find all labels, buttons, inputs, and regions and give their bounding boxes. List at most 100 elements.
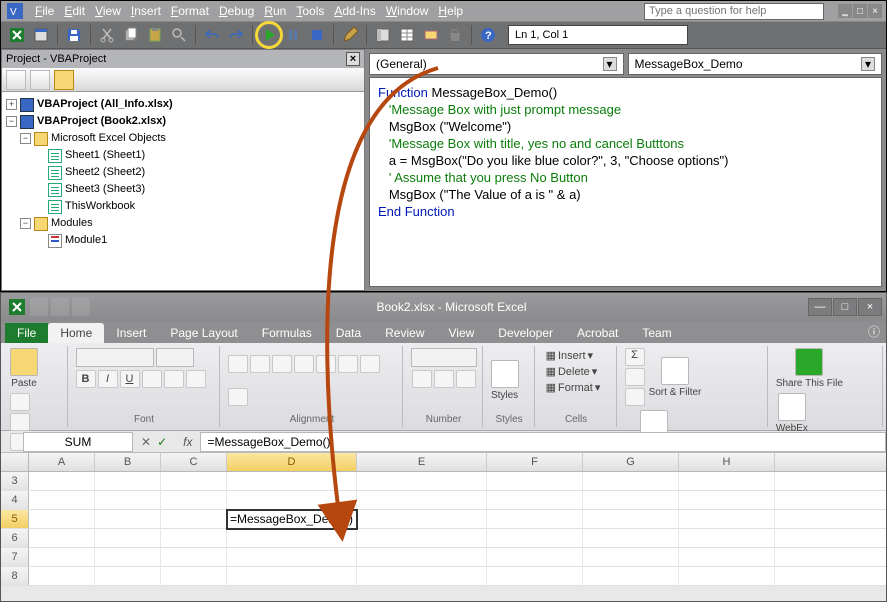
menu-file[interactable]: File [35, 4, 54, 18]
formula-input[interactable]: =MessageBox_Demo() [200, 432, 886, 452]
cell-E6[interactable] [357, 529, 487, 548]
cut-icon[interactable] [97, 25, 117, 45]
cell-C3[interactable] [161, 472, 227, 491]
excel-close-button[interactable]: × [858, 298, 882, 316]
indent-button[interactable] [228, 388, 248, 406]
share-file-button[interactable]: Share This File [776, 348, 843, 389]
font-color-button[interactable] [186, 370, 206, 388]
paste-icon[interactable] [145, 25, 165, 45]
cell-F4[interactable] [487, 491, 583, 510]
cell-H3[interactable] [679, 472, 775, 491]
align-bottom-button[interactable] [272, 355, 292, 373]
cell-C7[interactable] [161, 548, 227, 567]
design-mode-icon[interactable] [340, 25, 360, 45]
align-center-button[interactable] [338, 355, 358, 373]
qat-save-icon[interactable] [30, 298, 48, 316]
cell-B5[interactable] [95, 510, 161, 529]
code-editor[interactable]: Function MessageBox_Demo() 'Message Box … [369, 77, 882, 287]
cell-G8[interactable] [583, 567, 679, 586]
cell-E4[interactable] [357, 491, 487, 510]
cell-A4[interactable] [29, 491, 95, 510]
cell-G3[interactable] [583, 472, 679, 491]
cell-F3[interactable] [487, 472, 583, 491]
object-combo[interactable]: (General)▾ [369, 53, 624, 75]
align-left-button[interactable] [316, 355, 336, 373]
tab-file[interactable]: File [5, 323, 48, 343]
underline-button[interactable]: U [120, 370, 140, 388]
column-header-B[interactable]: B [95, 453, 161, 471]
row-header-7[interactable]: 7 [1, 548, 29, 566]
cell-H6[interactable] [679, 529, 775, 548]
cell-H4[interactable] [679, 491, 775, 510]
italic-button[interactable]: I [98, 370, 118, 388]
cell-G6[interactable] [583, 529, 679, 548]
qat-redo-icon[interactable] [72, 298, 90, 316]
worksheet-grid[interactable]: ABCDEFGH 345=MessageBox_Demo()678 [1, 453, 886, 586]
vbe-maximize-button[interactable]: □ [853, 4, 867, 18]
column-header-G[interactable]: G [583, 453, 679, 471]
cell-B8[interactable] [95, 567, 161, 586]
menu-help[interactable]: Help [438, 4, 463, 18]
tab-view[interactable]: View [437, 323, 487, 343]
tree-excel-objects[interactable]: Microsoft Excel Objects [51, 130, 166, 147]
column-header-D[interactable]: D [227, 453, 357, 471]
project-explorer-close[interactable]: × [346, 52, 360, 66]
font-size-combo[interactable] [156, 348, 194, 367]
copy-button[interactable] [10, 413, 30, 431]
clear-button[interactable] [625, 388, 645, 406]
border-button[interactable] [142, 370, 162, 388]
cell-E5[interactable] [357, 510, 487, 529]
column-header-E[interactable]: E [357, 453, 487, 471]
view-object-icon[interactable] [30, 70, 50, 90]
collapse-icon[interactable]: − [20, 133, 31, 144]
cell-A5[interactable] [29, 510, 95, 529]
comma-button[interactable] [456, 370, 476, 388]
collapse-icon[interactable]: − [6, 116, 17, 127]
column-header-F[interactable]: F [487, 453, 583, 471]
row-header-3[interactable]: 3 [1, 472, 29, 490]
expand-icon[interactable]: + [6, 99, 17, 110]
sort-filter-button[interactable]: Sort & Filter [649, 357, 702, 398]
help-search-input[interactable] [644, 3, 824, 20]
tree-vbaproject-2[interactable]: VBAProject (Book2.xlsx) [37, 113, 166, 130]
tab-data[interactable]: Data [324, 323, 373, 343]
menu-debug[interactable]: Debug [219, 4, 254, 18]
toolbox-icon[interactable] [445, 25, 465, 45]
excel-view-icon[interactable] [7, 25, 27, 45]
undo-icon[interactable] [202, 25, 222, 45]
fill-button[interactable] [625, 368, 645, 386]
autosum-button[interactable]: Σ [625, 348, 645, 366]
collapse-icon[interactable]: − [20, 218, 31, 229]
delete-cells-button[interactable]: ▦ Delete ▾ [543, 364, 601, 379]
cut-button[interactable] [10, 393, 30, 411]
cell-F8[interactable] [487, 567, 583, 586]
cell-D3[interactable] [227, 472, 357, 491]
currency-button[interactable] [412, 370, 432, 388]
align-right-button[interactable] [360, 355, 380, 373]
cell-C6[interactable] [161, 529, 227, 548]
styles-button[interactable]: Styles [491, 360, 519, 401]
row-header-4[interactable]: 4 [1, 491, 29, 509]
vbe-close-button[interactable]: × [868, 4, 882, 18]
paste-button[interactable]: Paste [10, 348, 38, 389]
row-header-6[interactable]: 6 [1, 529, 29, 547]
procedure-combo[interactable]: MessageBox_Demo▾ [628, 53, 883, 75]
run-button[interactable] [259, 25, 279, 45]
menu-view[interactable]: View [95, 4, 121, 18]
tree-vbaproject-1[interactable]: VBAProject (All_Info.xlsx) [37, 96, 173, 113]
cell-C5[interactable] [161, 510, 227, 529]
cell-D5[interactable]: =MessageBox_Demo() [227, 510, 357, 529]
menu-insert[interactable]: Insert [131, 4, 161, 18]
cell-B7[interactable] [95, 548, 161, 567]
object-browser-icon[interactable] [421, 25, 441, 45]
webex-button[interactable]: WebEx [776, 393, 808, 434]
menu-run[interactable]: Run [264, 4, 286, 18]
format-cells-button[interactable]: ▦ Format ▾ [543, 380, 604, 395]
vbe-restore-button[interactable]: ‗ [838, 4, 852, 18]
cell-A3[interactable] [29, 472, 95, 491]
column-header-A[interactable]: A [29, 453, 95, 471]
view-code-icon[interactable] [6, 70, 26, 90]
column-header-H[interactable]: H [679, 453, 775, 471]
excel-minimize-button[interactable]: — [808, 298, 832, 316]
align-top-button[interactable] [228, 355, 248, 373]
